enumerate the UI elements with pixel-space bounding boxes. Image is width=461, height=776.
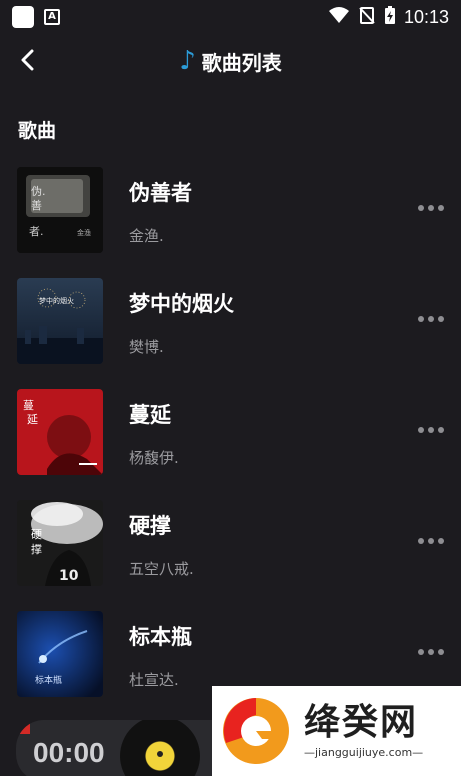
- song-artist: 杨馥伊.: [129, 449, 179, 467]
- clock: 10:13: [403, 6, 449, 27]
- section-title: 歌曲: [18, 120, 57, 142]
- song-artist: 樊博.: [129, 338, 164, 356]
- svg-text:标本瓶: 标本瓶: [35, 674, 62, 686]
- playback-time: 00:00: [33, 737, 105, 768]
- more-options-button[interactable]: [418, 205, 444, 211]
- svg-text:者.: 者.: [29, 225, 44, 238]
- album-cover: 10 硬 撑: [17, 500, 103, 586]
- more-options-button[interactable]: [418, 316, 444, 322]
- song-title: 梦中的烟火: [129, 292, 234, 316]
- svg-text:金渔: 金渔: [77, 228, 91, 237]
- song-title: 硬撑: [129, 514, 171, 538]
- song-row[interactable]: 伪. 善 者. 金渔 伪善者 金渔.: [0, 167, 461, 278]
- no-sim-icon: [358, 6, 376, 29]
- song-title: 蔓延: [129, 403, 171, 427]
- svg-text:撑: 撑: [31, 542, 42, 556]
- svg-text:延: 延: [27, 413, 38, 426]
- chevron-left-icon: [21, 49, 34, 71]
- vinyl-record-icon[interactable]: [120, 720, 200, 776]
- svg-text:硬: 硬: [31, 528, 42, 541]
- svg-text:梦中的烟火: 梦中的烟火: [39, 296, 74, 305]
- app-header: ♪ 歌曲列表: [0, 34, 461, 88]
- song-list: 伪. 善 者. 金渔 伪善者 金渔. 梦中的烟火 梦中的烟火 樊博. 蔓 延 蔓…: [0, 167, 461, 722]
- more-options-button[interactable]: [418, 649, 444, 655]
- song-title: 伪善者: [129, 181, 192, 205]
- svg-text:善: 善: [31, 198, 42, 212]
- svg-text:10: 10: [59, 568, 79, 584]
- watermark: 绛癸网 —jiangguijiuye.com—: [212, 686, 461, 776]
- song-row[interactable]: 10 硬 撑 硬撑 五空八戒.: [0, 500, 461, 611]
- song-row[interactable]: 梦中的烟火 梦中的烟火 樊博.: [0, 278, 461, 389]
- accessibility-icon: A: [44, 9, 60, 25]
- album-cover: 蔓 延: [17, 389, 103, 475]
- album-cover: 伪. 善 者. 金渔: [17, 167, 103, 253]
- back-button[interactable]: [14, 46, 40, 74]
- page-title: 歌曲列表: [201, 50, 282, 75]
- song-row[interactable]: 蔓 延 蔓延 杨馥伊.: [0, 389, 461, 500]
- song-artist: 杜宣达.: [129, 671, 179, 689]
- album-cover-thumb: [16, 720, 30, 734]
- watermark-url: —jiangguijiuye.com—: [304, 746, 424, 760]
- wifi-icon: [328, 6, 350, 29]
- music-note-icon: ♪: [179, 46, 196, 76]
- vinyl-center: [157, 751, 163, 757]
- song-title: 标本瓶: [129, 625, 192, 649]
- more-options-button[interactable]: [418, 538, 444, 544]
- app-icon: [12, 6, 34, 28]
- album-cover: 梦中的烟火: [17, 278, 103, 364]
- watermark-logo: [223, 698, 289, 764]
- svg-text:蔓: 蔓: [23, 398, 34, 412]
- status-bar: A 10:13: [0, 0, 461, 34]
- album-cover: 标本瓶: [17, 611, 103, 697]
- watermark-brand: 绛癸网: [304, 701, 419, 743]
- song-artist: 金渔.: [129, 227, 164, 245]
- battery-charging-icon: [384, 5, 396, 30]
- svg-text:伪.: 伪.: [31, 185, 46, 198]
- song-artist: 五空八戒.: [129, 560, 194, 578]
- more-options-button[interactable]: [418, 427, 444, 433]
